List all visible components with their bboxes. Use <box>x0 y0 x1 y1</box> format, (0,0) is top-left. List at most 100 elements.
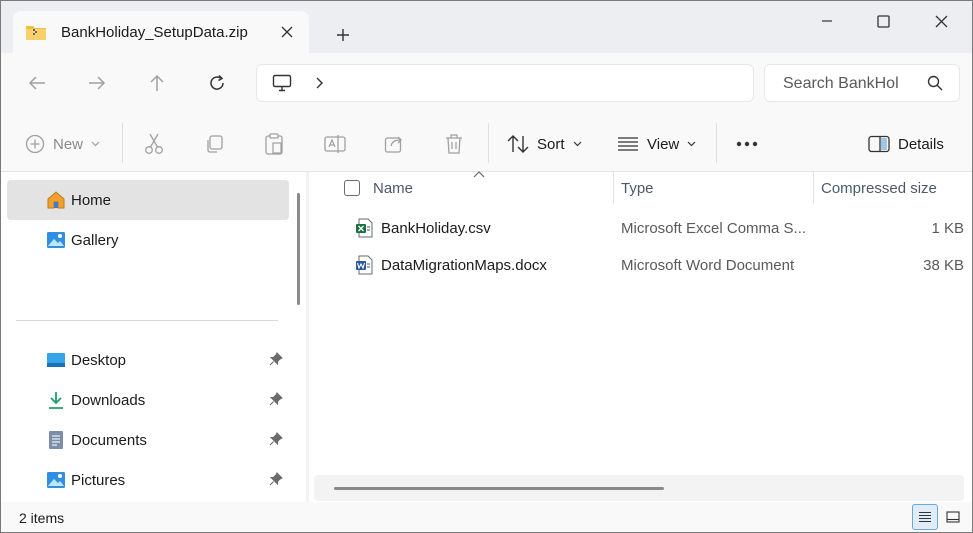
sidebar-item-gallery[interactable]: Gallery <box>7 220 289 260</box>
details-pane-icon <box>868 135 890 153</box>
forward-button[interactable] <box>77 65 117 101</box>
details-label: Details <box>898 135 944 153</box>
share-button[interactable] <box>384 126 404 162</box>
plus-icon <box>337 29 349 41</box>
horizontal-scrollbar[interactable] <box>314 475 964 501</box>
refresh-button[interactable] <box>197 65 237 101</box>
sidebar-item-label: Downloads <box>71 392 146 409</box>
file-size: 38 KB <box>923 257 964 274</box>
chevron-down-icon <box>91 141 100 147</box>
documents-icon <box>49 431 63 449</box>
chevron-down-icon <box>687 141 696 147</box>
sort-ascending-icon <box>473 171 485 178</box>
toolbar-divider <box>716 123 717 163</box>
column-divider[interactable] <box>813 172 814 204</box>
explorer-window: BankHoliday_SetupData.zip Search BankHol… <box>0 0 973 533</box>
rename-button[interactable] <box>324 126 346 162</box>
tiles-view-icon <box>946 511 960 523</box>
view-button[interactable]: View <box>617 126 696 162</box>
delete-button[interactable] <box>444 126 464 162</box>
rename-icon <box>324 135 346 153</box>
refresh-icon <box>210 74 224 90</box>
file-size: 1 KB <box>931 220 964 237</box>
sidebar-item-label: Gallery <box>71 232 119 249</box>
minimize-button[interactable] <box>798 1 856 41</box>
column-type[interactable]: Type <box>621 180 654 197</box>
sidebar-item-desktop[interactable]: Desktop <box>7 340 289 380</box>
sidebar-divider <box>16 320 278 321</box>
sidebar-scrollbar[interactable] <box>297 193 300 305</box>
arrow-up-icon <box>150 74 164 91</box>
close-window-button[interactable] <box>912 1 970 41</box>
sort-icon <box>507 135 529 153</box>
new-button[interactable]: New <box>25 126 100 162</box>
search-input[interactable]: Search BankHol <box>764 64 960 102</box>
more-options-button[interactable] <box>736 126 758 162</box>
file-type: Microsoft Word Document <box>621 257 795 274</box>
address-bar[interactable] <box>256 64 754 102</box>
sidebar-item-downloads[interactable]: Downloads <box>7 380 289 420</box>
table-row[interactable]: BankHoliday.csv Microsoft Excel Comma S.… <box>309 210 972 246</box>
scrollbar-thumb[interactable] <box>334 487 664 490</box>
gallery-icon <box>47 232 65 248</box>
details-view-button[interactable] <box>912 504 938 530</box>
arrow-right-icon <box>89 76 106 90</box>
close-tab-button[interactable] <box>271 16 303 48</box>
column-compressed-size[interactable]: Compressed size <box>821 180 937 197</box>
close-icon <box>281 26 293 38</box>
sidebar-item-label: Home <box>71 192 112 209</box>
minimize-icon <box>822 20 832 22</box>
pin-icon[interactable] <box>269 352 283 366</box>
chevron-right-icon[interactable] <box>315 76 325 90</box>
sort-button[interactable]: Sort <box>507 126 582 162</box>
tiles-view-button[interactable] <box>940 504 966 530</box>
view-label: View <box>647 135 680 153</box>
sidebar-item-label: Documents <box>71 432 147 449</box>
pin-icon[interactable] <box>269 432 283 446</box>
tab-zip-folder[interactable]: BankHoliday_SetupData.zip <box>13 11 309 53</box>
up-button[interactable] <box>137 65 177 101</box>
sidebar-item-home[interactable]: Home <box>7 180 289 220</box>
word-file-icon <box>356 255 373 275</box>
column-name[interactable]: Name <box>373 180 413 197</box>
more-icon <box>736 141 758 147</box>
download-icon <box>49 392 63 409</box>
list-view-icon <box>618 137 638 151</box>
column-header-row: Name Type Compressed size <box>309 171 972 204</box>
cut-button[interactable] <box>144 126 164 162</box>
new-tab-button[interactable] <box>327 19 359 51</box>
toolbar-divider <box>488 123 489 163</box>
table-row[interactable]: DataMigrationMaps.docx Microsoft Word Do… <box>309 247 972 283</box>
search-icon <box>927 75 943 91</box>
select-all-checkbox[interactable] <box>344 180 360 196</box>
home-icon <box>47 191 65 209</box>
navigation-pane: Home Gallery Desktop Downloads Documents… <box>1 172 306 502</box>
file-name: BankHoliday.csv <box>381 220 491 237</box>
excel-file-icon <box>356 218 373 238</box>
sidebar-item-label: Pictures <box>71 472 126 489</box>
status-bar: 2 items <box>1 502 972 532</box>
sidebar-item-documents[interactable]: Documents <box>7 420 289 460</box>
back-button[interactable] <box>17 65 57 101</box>
toolbar-divider <box>122 123 123 163</box>
plus-circle-icon <box>25 134 45 154</box>
close-icon <box>935 15 947 27</box>
tab-title: BankHoliday_SetupData.zip <box>61 23 248 41</box>
share-icon <box>384 136 402 153</box>
details-view-icon <box>919 511 931 523</box>
maximize-icon <box>876 14 890 28</box>
pin-icon[interactable] <box>269 472 283 486</box>
paste-button[interactable] <box>264 126 284 162</box>
copy-button[interactable] <box>204 126 224 162</box>
chevron-down-icon <box>573 141 581 147</box>
search-placeholder: Search BankHol <box>783 75 899 92</box>
scissors-icon <box>145 133 163 154</box>
maximize-button[interactable] <box>854 1 912 41</box>
new-label: New <box>53 135 84 153</box>
pin-icon[interactable] <box>269 392 283 406</box>
column-divider[interactable] <box>613 172 614 204</box>
file-type: Microsoft Excel Comma S... <box>621 220 805 237</box>
zip-folder-icon <box>26 26 46 40</box>
sidebar-item-pictures[interactable]: Pictures <box>7 460 289 500</box>
details-pane-button[interactable]: Details <box>868 126 944 162</box>
